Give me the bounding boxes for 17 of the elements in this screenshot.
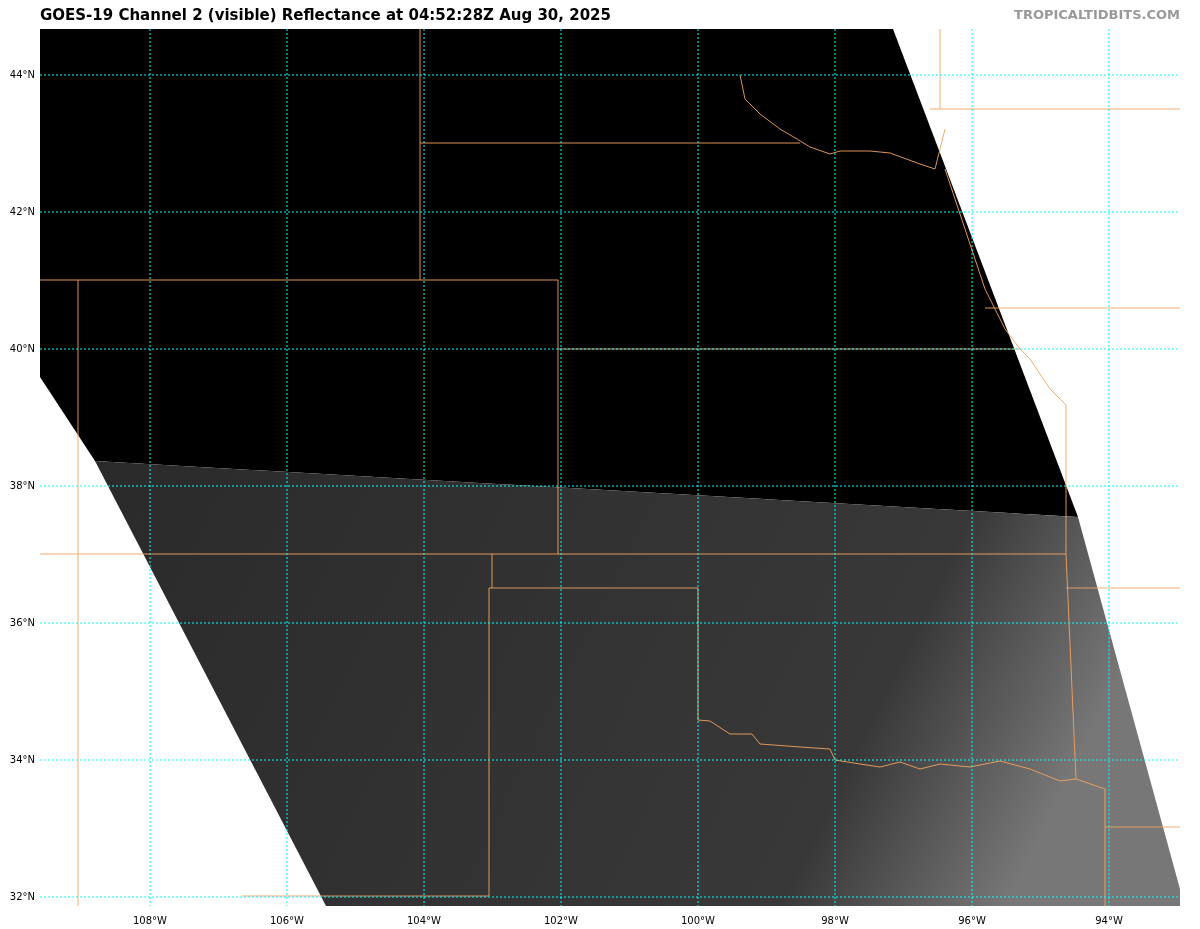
latitude-label: 44°N	[9, 69, 35, 81]
longitude-label: 108°W	[133, 915, 167, 927]
latitude-label: 32°N	[9, 891, 35, 903]
latitude-label: 36°N	[9, 617, 35, 629]
longitude-label: 100°W	[681, 915, 715, 927]
latitude-label: 38°N	[9, 480, 35, 492]
site-credit: TROPICALTIDBITS.COM	[1014, 7, 1180, 22]
latitude-label: 34°N	[9, 754, 35, 766]
map-title: GOES-19 Channel 2 (visible) Reflectance at 04:52:28Z Aug 30, 2025	[40, 5, 611, 24]
longitude-label: 104°W	[407, 915, 441, 927]
latitude-label: 40°N	[9, 343, 35, 355]
longitude-label: 94°W	[1095, 915, 1123, 927]
longitude-label: 106°W	[270, 915, 304, 927]
longitude-label: 96°W	[958, 915, 986, 927]
longitude-label: 98°W	[821, 915, 849, 927]
longitude-label: 102°W	[544, 915, 578, 927]
latitude-label: 42°N	[9, 206, 35, 218]
